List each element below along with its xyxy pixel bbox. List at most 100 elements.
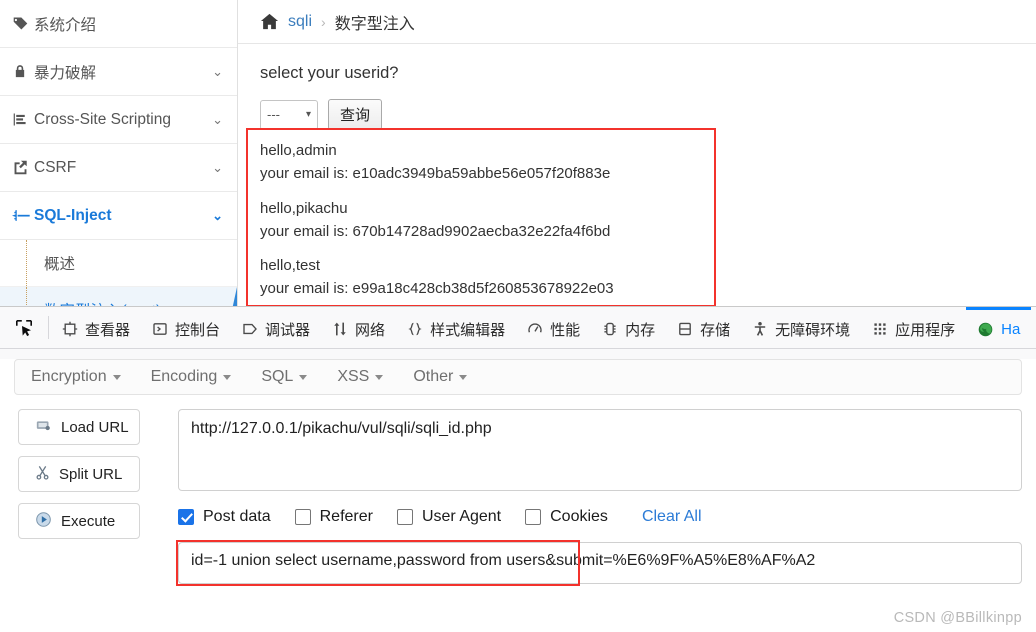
- menu-xss[interactable]: XSS: [337, 368, 384, 386]
- result-item: hello,test your email is: e99a18c428cb38…: [260, 254, 702, 301]
- caret-down-icon: [459, 374, 468, 380]
- play-icon: [35, 511, 52, 532]
- toolbar-divider: [48, 316, 49, 339]
- tab-performance[interactable]: 性能: [516, 307, 591, 348]
- tab-inspector[interactable]: 查看器: [51, 307, 141, 348]
- menu-other[interactable]: Other: [413, 368, 468, 386]
- split-url-button[interactable]: Split URL: [18, 456, 140, 492]
- query-result-panel: hello,admin your email is: e10adc3949ba5…: [246, 128, 716, 306]
- result-email: your email is: e10adc3949ba59abbe56e057f…: [260, 165, 611, 183]
- sidebar-item-label: SQL-Inject: [34, 206, 112, 224]
- button-label: Execute: [61, 512, 116, 530]
- sidebar-subitem-numeric-injection-post[interactable]: 数字型注入(post): [0, 287, 237, 306]
- debugger-icon: [242, 321, 258, 337]
- option-cookies[interactable]: Cookies: [525, 508, 608, 526]
- browser-page-viewport: 系统介绍 暴力破解 ⌄ Cross-Site Scripting ⌄ CSRF …: [0, 0, 1036, 306]
- menu-label: SQL: [261, 368, 294, 385]
- tab-storage[interactable]: 存储: [666, 307, 741, 348]
- tab-memory[interactable]: 内存: [591, 307, 666, 348]
- execute-button[interactable]: Execute: [18, 503, 140, 539]
- post-data-input[interactable]: id=-1 union select username,password fro…: [178, 542, 1022, 584]
- tab-application[interactable]: 应用程序: [861, 307, 966, 348]
- tab-console[interactable]: 控制台: [141, 307, 231, 348]
- post-data-row: id=-1 union select username,password fro…: [176, 540, 1022, 586]
- chevron-down-icon: ⌄: [212, 207, 223, 223]
- breadcrumb-current: 数字型注入: [334, 15, 415, 33]
- menu-label: Encoding: [150, 368, 218, 385]
- tab-label: 性能: [550, 321, 581, 339]
- tab-style-editor[interactable]: 样式编辑器: [396, 307, 516, 348]
- tab-hackbar[interactable]: Ha: [966, 307, 1032, 348]
- caret-down-icon: [375, 374, 384, 380]
- hackbar-icon: [977, 321, 994, 338]
- request-options: Post data Referer User Agent Cookies Cle…: [178, 508, 1022, 526]
- menu-encryption[interactable]: Encryption: [31, 368, 121, 386]
- chevron-down-icon: ⌄: [212, 63, 223, 79]
- menu-encoding[interactable]: Encoding: [151, 368, 232, 386]
- console-icon: [152, 321, 168, 337]
- sidebar-item-label: 系统介绍: [34, 16, 97, 34]
- home-icon[interactable]: [260, 12, 279, 31]
- tab-network[interactable]: 网络: [321, 307, 396, 348]
- sidebar-item-csrf[interactable]: CSRF ⌄: [0, 144, 237, 192]
- caret-down-icon: [299, 374, 308, 380]
- sidebar-subitem-overview[interactable]: 概述: [0, 240, 237, 287]
- post-data-checkbox[interactable]: [178, 509, 194, 525]
- result-greeting: hello,pikachu: [260, 199, 348, 217]
- element-picker-icon[interactable]: [0, 307, 46, 348]
- result-item: hello,pikachu your email is: 670b14728ad…: [260, 197, 702, 244]
- userid-select[interactable]: --- ▾: [260, 99, 318, 130]
- tab-label: 查看器: [85, 321, 131, 339]
- tab-debugger[interactable]: 调试器: [231, 307, 321, 348]
- xss-icon: [12, 111, 34, 128]
- hackbar-actions: Load URL Split URL Execute: [18, 409, 140, 584]
- tab-label: 应用程序: [895, 321, 956, 339]
- page-prompt: select your userid?: [260, 64, 399, 82]
- lock-icon: [12, 63, 34, 80]
- sidebar-item-sql-inject[interactable]: SQL-Inject ⌄: [0, 192, 237, 240]
- button-label: Load URL: [61, 418, 129, 436]
- option-post-data[interactable]: Post data: [178, 508, 271, 526]
- tab-label: 无障碍环境: [775, 321, 851, 339]
- chevron-down-icon: ⌄: [212, 111, 223, 127]
- cookies-checkbox[interactable]: [525, 509, 542, 525]
- tab-label: 网络: [355, 321, 386, 339]
- menu-label: Encryption: [31, 368, 107, 385]
- load-url-button[interactable]: Load URL: [18, 409, 140, 445]
- sidebar-item-label: CSRF: [34, 158, 77, 176]
- sidebar-subitem-label: 数字型注入(post): [44, 299, 161, 306]
- chevron-down-icon: ⌄: [212, 159, 223, 175]
- storage-icon: [677, 321, 693, 337]
- sidebar-item-brute-force[interactable]: 暴力破解 ⌄: [0, 48, 237, 96]
- hackbar-fields: http://127.0.0.1/pikachu/vul/sqli/sqli_i…: [140, 409, 1036, 586]
- tab-accessibility[interactable]: 无障碍环境: [741, 307, 861, 348]
- option-user-agent[interactable]: User Agent: [396, 508, 501, 526]
- chevron-down-icon: ▾: [305, 109, 311, 120]
- menu-label: Other: [413, 368, 454, 385]
- breadcrumb-separator: ›: [321, 13, 326, 30]
- tab-label: 存储: [700, 321, 731, 339]
- load-url-icon: [35, 418, 52, 437]
- tab-label: 内存: [625, 321, 656, 339]
- sidebar-item-xss[interactable]: Cross-Site Scripting ⌄: [0, 96, 237, 144]
- userid-select-value: ---: [267, 107, 280, 122]
- tag-icon: [12, 15, 34, 32]
- tab-label: 控制台: [175, 321, 221, 339]
- menu-sql[interactable]: SQL: [261, 368, 308, 386]
- clear-all-link[interactable]: Clear All: [642, 508, 702, 526]
- url-input[interactable]: http://127.0.0.1/pikachu/vul/sqli/sqli_i…: [178, 409, 1022, 491]
- breadcrumb-root[interactable]: sqli: [288, 13, 312, 31]
- referer-checkbox[interactable]: [294, 509, 311, 525]
- option-label: Post data: [203, 508, 271, 525]
- user-agent-checkbox[interactable]: [396, 509, 413, 525]
- sidebar-item-system-intro[interactable]: 系统介绍: [0, 0, 237, 48]
- tab-label: Ha: [1001, 320, 1021, 338]
- hackbar-body: Load URL Split URL Execute http://127.0.…: [0, 395, 1036, 586]
- devtools-toolbar: 查看器 控制台 调试器 网络 样式编辑器 性能 内存 存储 无障碍环境 应用程序…: [0, 307, 1036, 349]
- query-button[interactable]: 查询: [328, 99, 383, 130]
- option-referer[interactable]: Referer: [294, 508, 373, 526]
- option-label: Cookies: [550, 508, 608, 525]
- style-editor-icon: [407, 321, 423, 337]
- result-email: your email is: e99a18c428cb38d5f26085367…: [260, 280, 614, 298]
- button-label: Split URL: [59, 465, 123, 483]
